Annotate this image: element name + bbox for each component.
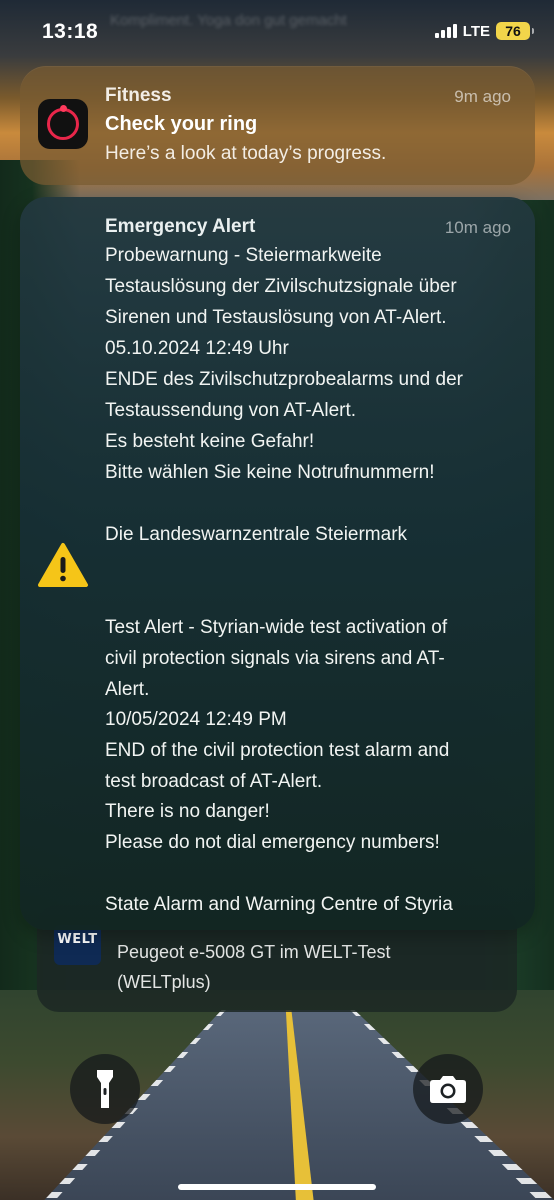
alert-text-line: Die Landeswarnzentrale Steiermark <box>105 524 408 545</box>
alert-text-line: Alert. <box>105 679 150 700</box>
alert-text-line: Bitte wählen Sie keine Notrufnummern! <box>105 462 435 483</box>
notification-app-name: Emergency Alert <box>105 216 256 237</box>
alert-text-line: civil protection signals via sirens and … <box>105 648 445 669</box>
alert-text-line: Testauslösung der Zivilschutzsignale übe… <box>105 276 457 297</box>
notification-body-line: Peugeot e-5008 GT im WELT-Test <box>117 942 391 962</box>
alert-text-line: Sirenen und Testauslösung von AT-Alert. <box>105 307 447 328</box>
alert-text-line: 05.10.2024 12:49 Uhr <box>105 338 289 359</box>
notification-body: Here’s a look at today’s progress. <box>105 143 387 164</box>
alert-text-line: END of the civil protection test alarm a… <box>105 740 450 761</box>
alert-text-line: ENDE des Zivilschutzprobealarms und der <box>105 369 463 390</box>
alert-text-line: Please do not dial emergency numbers! <box>105 832 440 853</box>
alert-text-line: Es besteht keine Gefahr! <box>105 431 315 452</box>
alert-text-line: 10/05/2024 12:49 PM <box>105 709 287 730</box>
flashlight-icon <box>97 1070 113 1108</box>
alert-text-line: Testaussendung von AT-Alert. <box>105 400 357 421</box>
cellular-signal-icon <box>434 24 457 38</box>
alert-text-line: Probewarnung - Steiermarkweite <box>105 245 382 266</box>
camera-icon <box>430 1076 466 1103</box>
notification-time: 10m ago <box>444 218 511 237</box>
battery-icon: 76 <box>496 22 534 40</box>
status-bar: 13:18 LTE 76 <box>0 0 554 66</box>
activity-ring-icon <box>38 99 88 149</box>
warning-triangle-icon <box>38 543 88 587</box>
welt-app-icon: WELT <box>54 925 101 965</box>
home-indicator[interactable] <box>178 1184 376 1190</box>
alert-text-line: There is no danger! <box>105 801 270 822</box>
notification-time: 9m ago <box>454 87 511 106</box>
notification-app-name: Fitness <box>105 85 172 106</box>
network-type-label: LTE <box>462 22 490 40</box>
alert-text-line: test broadcast of AT-Alert. <box>105 771 323 792</box>
flashlight-button[interactable] <box>70 1054 140 1124</box>
alert-text-line: State Alarm and Warning Centre of Styria <box>105 894 453 915</box>
fitness-notification[interactable]: Fitness 9m ago Check your ring Here’s a … <box>20 66 535 185</box>
emergency-alert-notification[interactable]: Emergency Alert 10m ago Probewarnung - S… <box>20 197 535 930</box>
camera-button[interactable] <box>413 1054 483 1124</box>
notification-body-line: (WELTplus) <box>117 972 211 992</box>
alert-text-line: Test Alert - Styrian-wide test activatio… <box>105 617 448 638</box>
status-time: 13:18 <box>42 20 99 43</box>
notification-title: Check your ring <box>105 113 258 135</box>
